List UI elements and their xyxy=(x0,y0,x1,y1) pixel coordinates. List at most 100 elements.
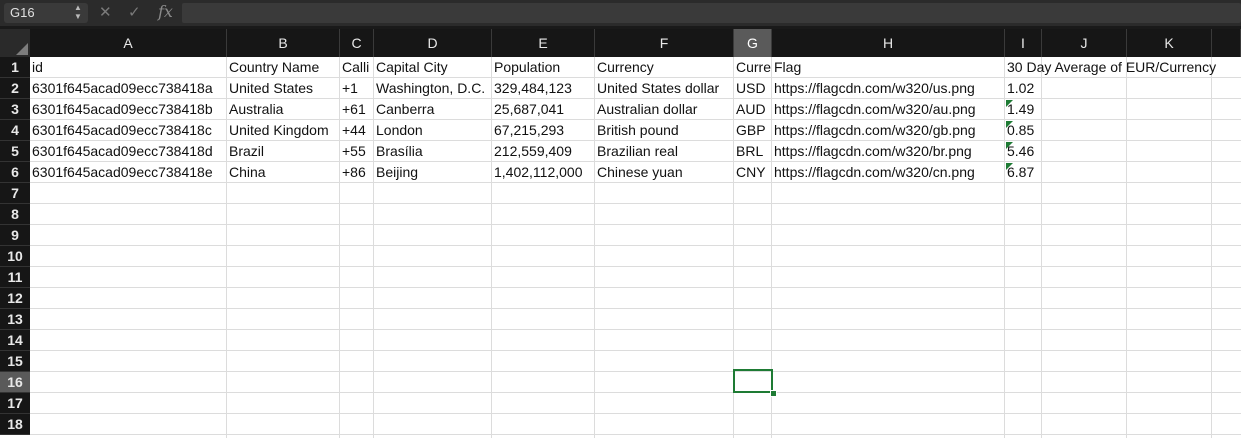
row-header-12[interactable]: 12 xyxy=(0,288,30,309)
column-header-b[interactable]: B xyxy=(227,29,340,57)
cell-b4[interactable]: United Kingdom xyxy=(227,120,329,141)
row-header-3[interactable]: 3 xyxy=(0,99,30,120)
cell-g5[interactable]: BRL xyxy=(734,141,772,162)
function-icon[interactable]: fx xyxy=(158,2,173,22)
cell-a1[interactable]: id xyxy=(30,57,43,78)
column-header-g[interactable]: G xyxy=(734,29,772,57)
formula-bar: G16 ▲ ▼ ✕ ✓ fx xyxy=(0,0,1241,26)
row-header-7[interactable]: 7 xyxy=(0,183,30,204)
cell-d1[interactable]: Capital City xyxy=(374,57,448,78)
gridline-horizontal xyxy=(30,224,1241,225)
name-box-stepper-icon[interactable]: ▲ ▼ xyxy=(72,3,84,23)
cell-c2[interactable]: +1 xyxy=(340,78,374,99)
select-all-corner[interactable] xyxy=(0,29,30,57)
cell-b2[interactable]: United States xyxy=(227,78,313,99)
gridline-horizontal xyxy=(30,203,1241,204)
column-header-i[interactable]: I xyxy=(1005,29,1042,57)
cell-d2[interactable]: Washington, D.C. xyxy=(374,78,485,99)
cell-e4[interactable]: 67,215,293 xyxy=(492,120,564,141)
cell-e1[interactable]: Population xyxy=(492,57,560,78)
cell-g6[interactable]: CNY xyxy=(734,162,772,183)
cell-g2[interactable]: USD xyxy=(734,78,772,99)
confirm-icon[interactable]: ✓ xyxy=(128,3,141,23)
error-indicator-icon[interactable] xyxy=(1006,163,1013,170)
cell-b1[interactable]: Country Name xyxy=(227,57,319,78)
active-cell-selection[interactable] xyxy=(733,369,773,393)
row-header-6[interactable]: 6 xyxy=(0,162,30,183)
cell-f1[interactable]: Currency xyxy=(595,57,654,78)
row-header-16[interactable]: 16 xyxy=(0,372,30,393)
cell-f6[interactable]: Chinese yuan xyxy=(595,162,683,183)
column-header-k[interactable]: K xyxy=(1127,29,1212,57)
gridline-horizontal xyxy=(30,329,1241,330)
cell-g1[interactable]: Curre xyxy=(734,57,772,78)
row-header-17[interactable]: 17 xyxy=(0,393,30,414)
cell-h1[interactable]: Flag xyxy=(772,57,801,78)
row-header-11[interactable]: 11 xyxy=(0,267,30,288)
cell-d3[interactable]: Canberra xyxy=(374,99,434,120)
cell-a5[interactable]: 6301f645acad09ecc738418d xyxy=(30,141,213,162)
cell-d6[interactable]: Beijing xyxy=(374,162,418,183)
cell-h6[interactable]: https://flagcdn.com/w320/cn.png xyxy=(772,162,975,183)
column-header-e[interactable]: E xyxy=(492,29,595,57)
cell-g4[interactable]: GBP xyxy=(734,120,772,141)
row-header-18[interactable]: 18 xyxy=(0,414,30,435)
cancel-icon[interactable]: ✕ xyxy=(99,3,112,23)
error-indicator-icon[interactable] xyxy=(1006,142,1013,149)
cell-f2[interactable]: United States dollar xyxy=(595,78,719,99)
gridline-horizontal xyxy=(30,308,1241,309)
row-header-1[interactable]: 1 xyxy=(0,57,30,78)
cell-f5[interactable]: Brazilian real xyxy=(595,141,678,162)
cell-b6[interactable]: China xyxy=(227,162,266,183)
cell-f4[interactable]: British pound xyxy=(595,120,679,141)
row-header-4[interactable]: 4 xyxy=(0,120,30,141)
column-header-h[interactable]: H xyxy=(772,29,1005,57)
column-header-f[interactable]: F xyxy=(595,29,734,57)
cell-c4[interactable]: +44 xyxy=(340,120,374,141)
gridline-horizontal xyxy=(30,266,1241,267)
cell-i2[interactable]: 1.02 xyxy=(1005,78,1034,99)
cell-g3[interactable]: AUD xyxy=(734,99,772,120)
cell-a3[interactable]: 6301f645acad09ecc738418b xyxy=(30,99,213,120)
row-header-5[interactable]: 5 xyxy=(0,141,30,162)
cell-c6[interactable]: +86 xyxy=(340,162,374,183)
cell-b3[interactable]: Australia xyxy=(227,99,283,120)
cell-e6[interactable]: 1,402,112,000 xyxy=(492,162,583,183)
cell-e3[interactable]: 25,687,041 xyxy=(492,99,564,120)
cell-h4[interactable]: https://flagcdn.com/w320/gb.png xyxy=(772,120,976,141)
column-header-a[interactable]: A xyxy=(30,29,227,57)
cell-f3[interactable]: Australian dollar xyxy=(595,99,697,120)
row-header-2[interactable]: 2 xyxy=(0,78,30,99)
cell-a4[interactable]: 6301f645acad09ecc738418c xyxy=(30,120,212,141)
cell-b5[interactable]: Brazil xyxy=(227,141,264,162)
cell-d5[interactable]: Brasília xyxy=(374,141,423,162)
fill-handle[interactable] xyxy=(770,390,777,397)
cell-h2[interactable]: https://flagcdn.com/w320/us.png xyxy=(772,78,975,99)
formula-input[interactable] xyxy=(182,3,1241,23)
row-header-15[interactable]: 15 xyxy=(0,351,30,372)
column-header-d[interactable]: D xyxy=(374,29,492,57)
cell-c3[interactable]: +61 xyxy=(340,99,374,120)
select-all-icon[interactable] xyxy=(16,43,28,55)
error-indicator-icon[interactable] xyxy=(1006,100,1013,107)
cell-h3[interactable]: https://flagcdn.com/w320/au.png xyxy=(772,99,976,120)
cell-e2[interactable]: 329,484,123 xyxy=(492,78,572,99)
cell-d4[interactable]: London xyxy=(374,120,423,141)
cell-c1[interactable]: Calli xyxy=(340,57,374,78)
column-header-c[interactable]: C xyxy=(340,29,374,57)
gridline-horizontal xyxy=(30,245,1241,246)
cell-h5[interactable]: https://flagcdn.com/w320/br.png xyxy=(772,141,972,162)
row-header-8[interactable]: 8 xyxy=(0,204,30,225)
column-headers: ABCDEFGHIJK xyxy=(0,29,1241,57)
error-indicator-icon[interactable] xyxy=(1006,121,1013,128)
row-header-10[interactable]: 10 xyxy=(0,246,30,267)
column-header-j[interactable]: J xyxy=(1042,29,1127,57)
row-header-13[interactable]: 13 xyxy=(0,309,30,330)
cell-a2[interactable]: 6301f645acad09ecc738418a xyxy=(30,78,213,99)
row-header-9[interactable]: 9 xyxy=(0,225,30,246)
cell-i1[interactable]: 30 Day Average of EUR/Currency xyxy=(1005,57,1216,78)
cell-e5[interactable]: 212,559,409 xyxy=(492,141,572,162)
row-header-14[interactable]: 14 xyxy=(0,330,30,351)
cell-a6[interactable]: 6301f645acad09ecc738418e xyxy=(30,162,213,183)
cell-c5[interactable]: +55 xyxy=(340,141,374,162)
